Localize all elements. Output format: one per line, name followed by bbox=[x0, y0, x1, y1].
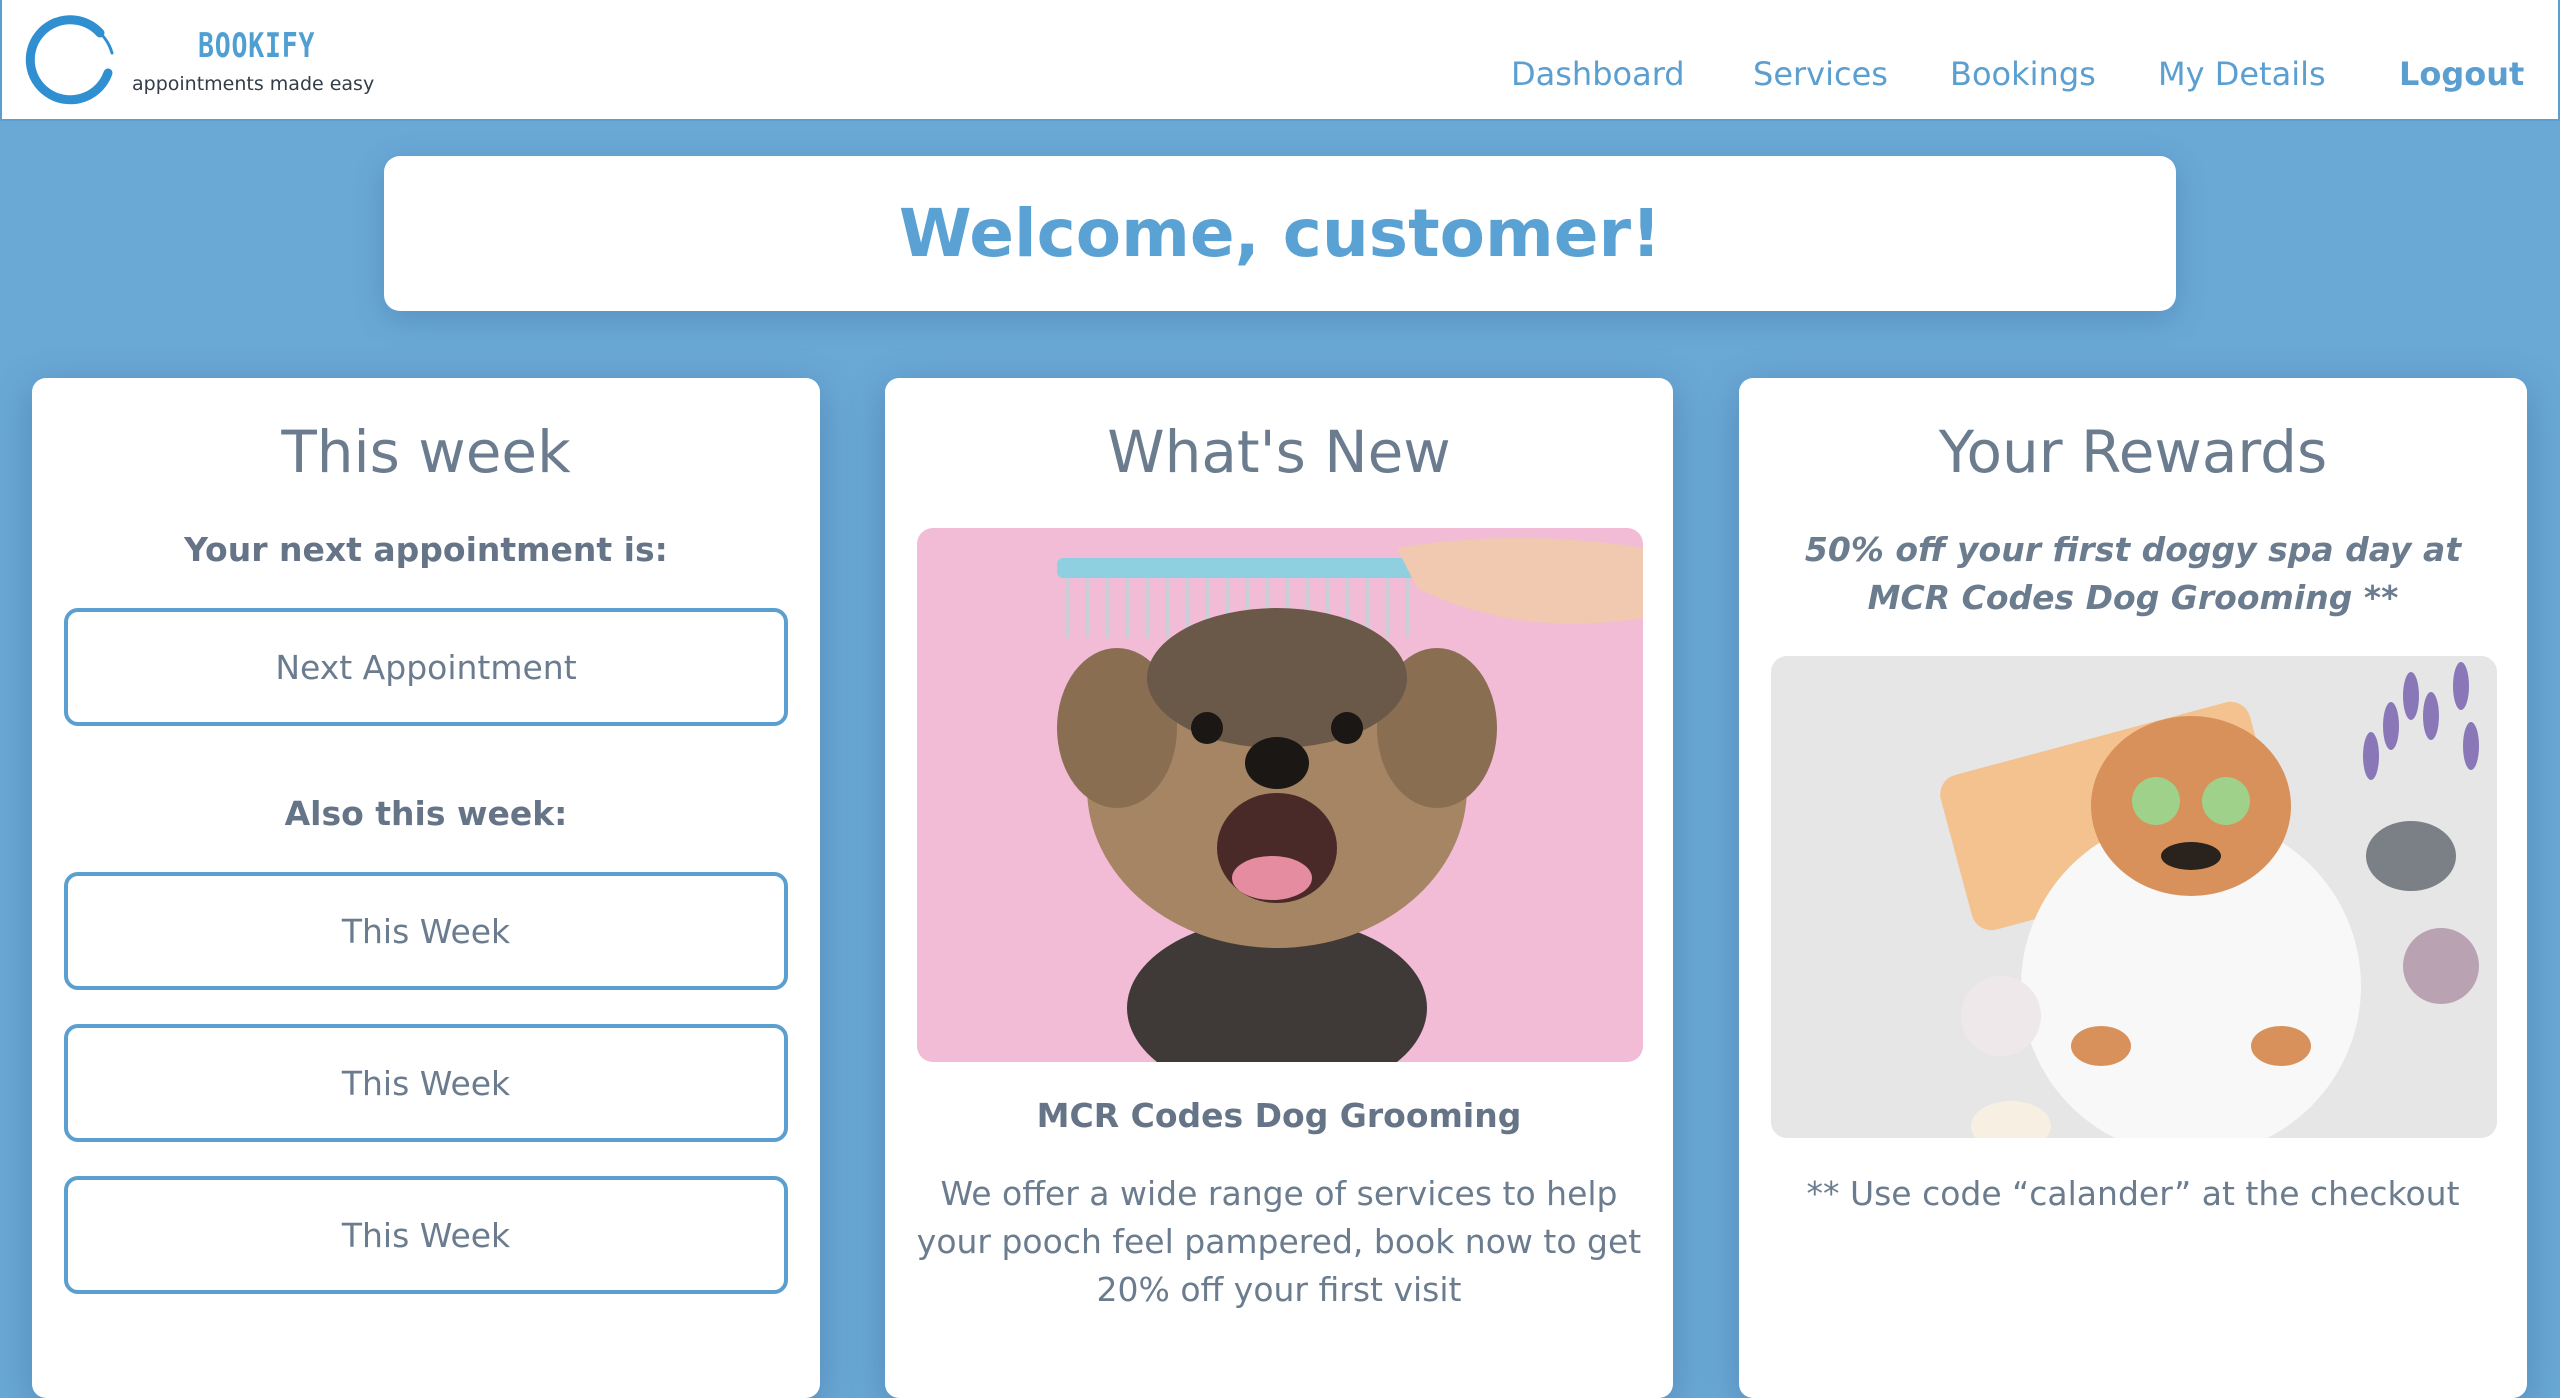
dog-spa-photo bbox=[1771, 656, 2497, 1138]
dog-spa-photo-icon bbox=[1771, 656, 2497, 1138]
whats-new-heading: MCR Codes Dog Grooming bbox=[1036, 1096, 1522, 1135]
rewards-card: Your Rewards 50% off your first doggy sp… bbox=[1739, 378, 2527, 1398]
whats-new-card: What's New MCR Codes Dog Grooming We off… bbox=[885, 378, 1673, 1398]
brand-name[interactable]: BOOKIFY bbox=[198, 26, 315, 66]
reward-offer: 50% off your first doggy spa day at MCR … bbox=[1804, 530, 2462, 617]
nav-my-details[interactable]: My Details bbox=[2158, 55, 2326, 93]
next-appointment-button[interactable]: Next Appointment bbox=[64, 608, 788, 726]
dog-grooming-photo bbox=[917, 528, 1643, 1062]
also-this-week-label: Also this week: bbox=[284, 794, 568, 833]
welcome-banner: Welcome, customer! bbox=[384, 156, 2176, 311]
nav-logout[interactable]: Logout bbox=[2399, 55, 2524, 93]
whats-new-body: We offer a wide range of services to hel… bbox=[916, 1174, 1642, 1309]
this-week-item[interactable]: This Week bbox=[64, 872, 788, 990]
rewards-title: Your Rewards bbox=[1938, 418, 2328, 486]
this-week-card: This week Your next appointment is: Next… bbox=[32, 378, 820, 1398]
nav-bookings[interactable]: Bookings bbox=[1950, 55, 2096, 93]
this-week-item[interactable]: This Week bbox=[64, 1024, 788, 1142]
top-navbar: BOOKIFY appointments made easy Dashboard… bbox=[0, 0, 2560, 121]
logo-ring-icon[interactable] bbox=[22, 13, 118, 109]
next-appointment-label: Your next appointment is: bbox=[184, 530, 668, 569]
whats-new-title: What's New bbox=[1107, 418, 1451, 486]
nav-services[interactable]: Services bbox=[1753, 55, 1888, 93]
this-week-item[interactable]: This Week bbox=[64, 1176, 788, 1294]
brand-tagline: appointments made easy bbox=[132, 73, 375, 95]
reward-code-note: ** Use code “calander” at the checkout bbox=[1806, 1174, 2460, 1213]
dog-grooming-photo-icon bbox=[917, 528, 1643, 1062]
nav-dashboard[interactable]: Dashboard bbox=[1511, 55, 1685, 93]
welcome-heading: Welcome, customer! bbox=[898, 195, 1662, 272]
this-week-title: This week bbox=[281, 418, 571, 486]
